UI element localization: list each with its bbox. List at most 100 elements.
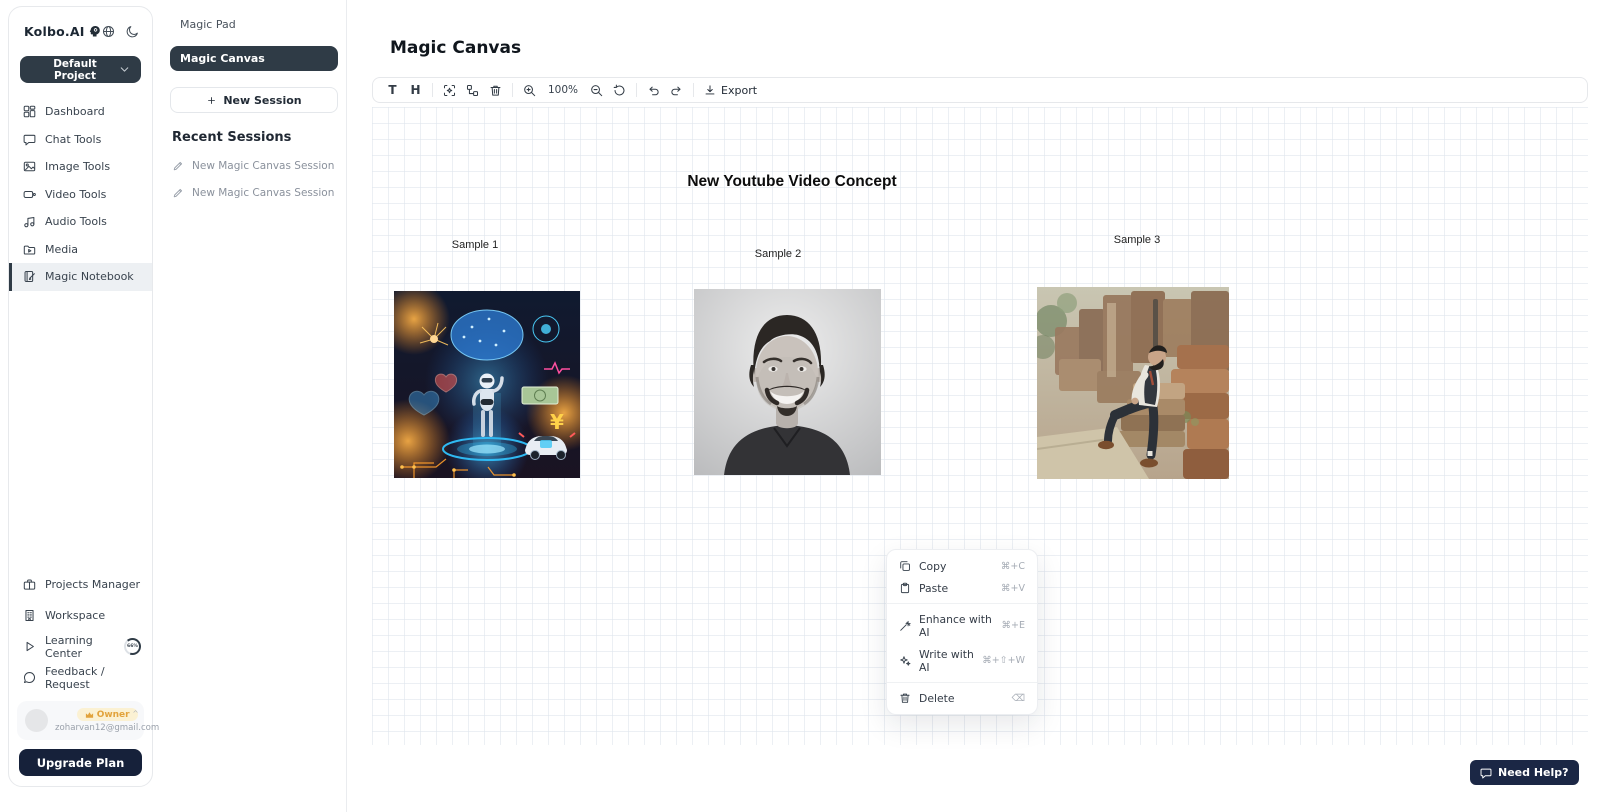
toolbar-divider <box>432 83 433 97</box>
zoom-in-icon <box>523 84 536 97</box>
svg-text:¥: ¥ <box>550 410 564 434</box>
upgrade-plan-button[interactable]: Upgrade Plan <box>19 749 142 776</box>
toolbar-divider <box>636 83 637 97</box>
zoom-out-icon <box>590 84 603 97</box>
canvas-image-portrait[interactable] <box>694 289 881 475</box>
language-icon[interactable] <box>102 25 115 38</box>
sidebar-item-label: Workspace <box>45 609 105 622</box>
sidebar-nav: Dashboard Chat Tools Image Tools Video T… <box>9 98 152 291</box>
session-list-item[interactable]: New Magic Canvas Session <box>170 187 334 199</box>
menu-item-label: Delete <box>919 692 954 705</box>
project-selector-label: Default Project <box>32 58 118 82</box>
text-tool-button[interactable]: T <box>381 80 404 100</box>
role-badge-label: Owner <box>97 710 130 720</box>
workspace-icon <box>23 609 36 622</box>
workflow-tool-button[interactable] <box>461 80 484 100</box>
learning-progress-value: 66% <box>126 640 139 653</box>
sample-3-label[interactable]: Sample 3 <box>1114 234 1160 246</box>
menu-item-label: Copy <box>919 560 946 573</box>
logo-row: Kolbo.AI <box>9 7 152 39</box>
sidebar-item-label: Media <box>45 243 78 256</box>
heading-tool-button[interactable]: H <box>404 80 427 100</box>
reset-view-button[interactable] <box>608 80 631 100</box>
tab-magic-canvas[interactable]: Magic Canvas <box>170 46 338 71</box>
learning-progress-ring: 66% <box>124 638 141 655</box>
recent-sessions-heading: Recent Sessions <box>170 130 337 145</box>
learning-center-icon <box>23 640 36 653</box>
sidebar-item-chat-tools[interactable]: Chat Tools <box>9 126 152 154</box>
zoom-in-button[interactable] <box>518 80 541 100</box>
sidebar-item-media[interactable]: Media <box>9 236 152 264</box>
video-tools-icon <box>23 188 36 201</box>
role-badge: Owner <box>77 708 138 721</box>
toolbar-divider <box>693 83 694 97</box>
sidebar-item-label: Feedback / Request <box>45 665 141 691</box>
user-card[interactable]: Owner zoharvan12@gmail.com <box>17 701 144 740</box>
sidebar-item-label: Video Tools <box>45 188 106 201</box>
reset-view-icon <box>613 84 626 97</box>
sidebar-item-magic-notebook[interactable]: Magic Notebook <box>9 263 152 291</box>
canvas-image-ai-concept[interactable]: ¥ <box>394 291 580 478</box>
menu-item-copy[interactable]: Copy ⌘+C <box>887 555 1037 577</box>
delete-tool-button[interactable] <box>484 80 507 100</box>
audio-tools-icon <box>23 215 36 228</box>
export-button[interactable]: Export <box>704 84 757 97</box>
sidebar-item-audio-tools[interactable]: Audio Tools <box>9 208 152 236</box>
sidebar-item-label: Image Tools <box>45 160 110 173</box>
sidebar-item-projects-manager[interactable]: Projects Manager <box>9 569 152 600</box>
menu-shortcut: ⌘+V <box>1001 583 1025 594</box>
sidebar-footer: Projects Manager Workspace Learning Cent… <box>9 569 152 786</box>
menu-item-enhance-with-ai[interactable]: Enhance with AI ⌘+E <box>887 608 1037 643</box>
image-tools-icon <box>23 160 36 173</box>
theme-icon[interactable] <box>126 25 139 38</box>
canvas-image-ruins[interactable] <box>1037 287 1229 479</box>
notebook-icon <box>23 270 36 283</box>
chevron-down-icon <box>118 63 131 76</box>
session-list-item[interactable]: New Magic Canvas Session <box>170 160 334 172</box>
project-selector[interactable]: Default Project <box>20 56 141 83</box>
menu-item-write-with-ai[interactable]: Write with AI ⌘+⇧+W <box>887 643 1037 678</box>
redo-button[interactable] <box>665 80 688 100</box>
sidebar-item-workspace[interactable]: Workspace <box>9 600 152 631</box>
user-email: zoharvan12@gmail.com <box>55 723 159 733</box>
sidebar-item-label: Magic Notebook <box>45 270 134 283</box>
crown-icon <box>85 711 94 719</box>
workflow-icon <box>466 84 479 97</box>
undo-button[interactable] <box>642 80 665 100</box>
menu-item-delete[interactable]: Delete ⌫ <box>887 687 1037 709</box>
zoom-level: 100% <box>548 84 578 96</box>
enhance-ai-icon <box>899 620 911 632</box>
zoom-out-button[interactable] <box>585 80 608 100</box>
menu-shortcut: ⌘+C <box>1001 561 1025 572</box>
projects-manager-icon <box>23 578 36 591</box>
sample-1-label[interactable]: Sample 1 <box>452 239 498 251</box>
need-help-label: Need Help? <box>1498 766 1569 779</box>
new-session-label: New Session <box>223 94 301 107</box>
sidebar-item-image-tools[interactable]: Image Tools <box>9 153 152 181</box>
session-item-label: New Magic Canvas Session <box>192 160 334 172</box>
need-help-button[interactable]: Need Help? <box>1470 760 1579 785</box>
sidebar-item-video-tools[interactable]: Video Tools <box>9 181 152 209</box>
canvas-toolbar: T H 100% Export <box>372 77 1588 103</box>
context-menu: Copy ⌘+C Paste ⌘+V Enhance with AI ⌘+E W… <box>886 549 1038 715</box>
ai-select-tool-button[interactable] <box>438 80 461 100</box>
menu-divider <box>887 682 1037 683</box>
new-session-button[interactable]: New Session <box>170 87 338 113</box>
session-panel: Magic Pad Magic Canvas New Session Recen… <box>155 0 347 812</box>
canvas-grid[interactable]: New Youtube Video Concept Sample 1 Sampl… <box>372 107 1588 745</box>
canvas-heading-text[interactable]: New Youtube Video Concept <box>687 173 896 191</box>
pencil-icon <box>172 187 184 199</box>
export-icon <box>704 84 716 96</box>
sidebar-item-feedback[interactable]: Feedback / Request <box>9 662 152 693</box>
sidebar-item-learning-center[interactable]: Learning Center 66% <box>9 631 152 662</box>
sidebar-item-dashboard[interactable]: Dashboard <box>9 98 152 126</box>
sidebar-item-label: Audio Tools <box>45 215 107 228</box>
plus-icon <box>206 95 217 106</box>
sidebar-item-label: Chat Tools <box>45 133 101 146</box>
app-sidebar: Kolbo.AI Default Project Dashboard Chat … <box>8 6 153 787</box>
menu-item-paste[interactable]: Paste ⌘+V <box>887 577 1037 599</box>
delete-icon <box>899 692 911 704</box>
sample-2-label[interactable]: Sample 2 <box>755 248 801 260</box>
tab-magic-pad[interactable]: Magic Pad <box>170 15 246 34</box>
help-chat-icon <box>1480 767 1492 779</box>
